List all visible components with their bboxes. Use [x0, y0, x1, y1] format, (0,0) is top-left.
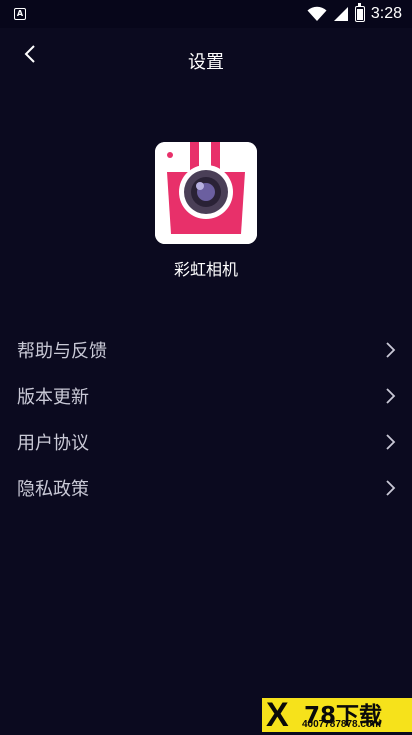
clock: 3:28: [370, 5, 402, 22]
chevron-right-icon: [386, 388, 396, 404]
watermark-url: 4007787878.com: [302, 719, 381, 730]
menu-item-label: 隐私政策: [17, 479, 89, 500]
status-bar: A 3:28: [0, 0, 412, 28]
menu-item-version-update[interactable]: 版本更新: [0, 373, 412, 419]
menu-item-user-agreement[interactable]: 用户协议: [0, 419, 412, 465]
notification-icon: A: [14, 8, 26, 20]
status-icons: 3:28: [307, 3, 402, 24]
page-title: 设置: [188, 52, 224, 73]
settings-menu: 帮助与反馈 版本更新 用户协议 隐私政策: [0, 327, 412, 511]
chevron-right-icon: [386, 342, 396, 358]
top-bar: 设置: [0, 28, 412, 88]
menu-item-help-feedback[interactable]: 帮助与反馈: [0, 327, 412, 373]
chevron-right-icon: [386, 434, 396, 450]
site-watermark: X 78下载 4007787878.com: [262, 696, 412, 734]
chevron-right-icon: [386, 480, 396, 496]
menu-item-label: 版本更新: [17, 387, 89, 408]
signal-icon: [333, 7, 348, 21]
menu-item-label: 用户协议: [17, 433, 89, 454]
camera-app-icon: [155, 142, 257, 244]
menu-item-label: 帮助与反馈: [17, 341, 107, 362]
wifi-icon: [307, 6, 327, 21]
watermark-mark: X: [266, 696, 289, 734]
battery-icon: [354, 3, 365, 22]
menu-item-privacy-policy[interactable]: 隐私政策: [0, 465, 412, 511]
app-name: 彩虹相机: [173, 260, 238, 279]
